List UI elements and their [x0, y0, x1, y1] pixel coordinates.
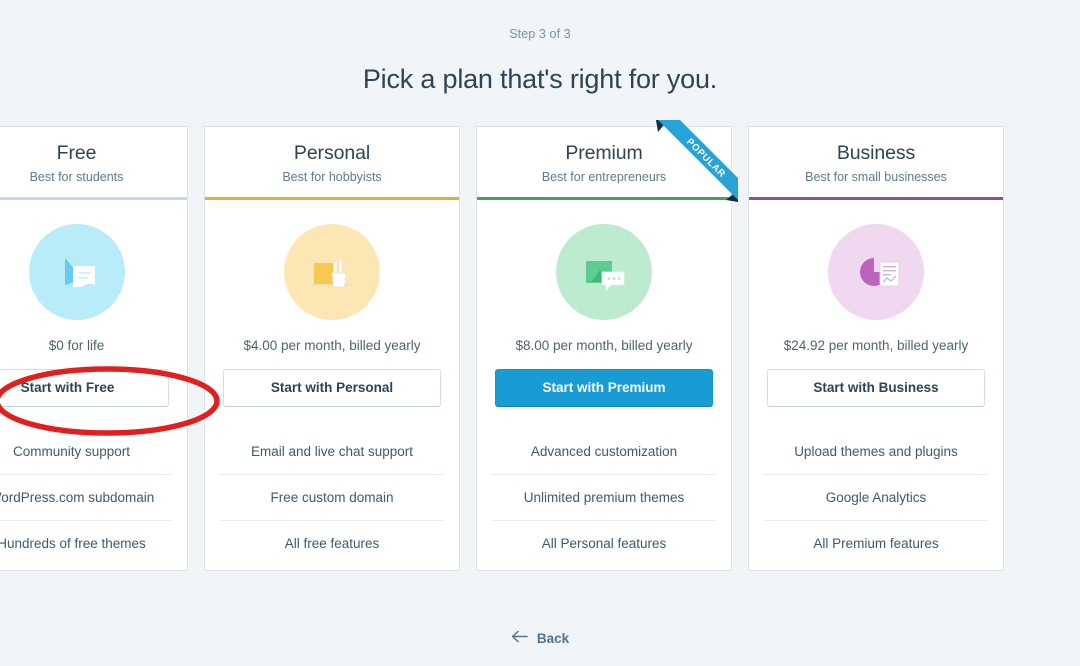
- plan-feature-list: Advanced customization Unlimited premium…: [477, 429, 731, 567]
- plan-feature: Community support: [0, 429, 173, 475]
- plan-feature-list: Upload themes and plugins Google Analyti…: [749, 429, 1003, 567]
- plan-tagline: Best for students: [29, 170, 124, 184]
- plan-illustration-wrap: [0, 200, 187, 335]
- arrow-left-icon: [511, 630, 528, 646]
- plan-name: Personal: [293, 142, 371, 164]
- step-indicator: Step 3 of 3: [509, 27, 571, 41]
- plan-header-business: Business Best for small businesses: [749, 127, 1003, 197]
- plan-feature: Email and live chat support: [219, 429, 445, 475]
- plan-feature: WordPress.com subdomain: [0, 475, 173, 521]
- plan-tagline: Best for small businesses: [805, 170, 947, 184]
- chat-bubble-icon: [556, 223, 652, 320]
- plan-feature: Google Analytics: [763, 475, 989, 521]
- plan-price: $24.92 per month, billed yearly: [783, 338, 969, 353]
- plan-feature: Hundreds of free themes: [0, 536, 146, 551]
- start-with-free-button[interactable]: Start with Free: [0, 369, 169, 407]
- page-title: Pick a plan that's right for you.: [362, 64, 718, 94]
- plan-tagline: Best for hobbyists: [282, 170, 382, 184]
- plan-cta-wrap: Start with Free: [0, 355, 187, 407]
- plan-name: Premium: [565, 142, 643, 164]
- plan-name: Business: [836, 142, 916, 164]
- pie-chart-report-icon: [828, 223, 924, 320]
- plan-cta-wrap: Start with Business: [749, 355, 1003, 407]
- plan-feature-list: Email and live chat support Free custom …: [205, 429, 459, 567]
- plan-list: Free Best for students $0 for life Start…: [0, 120, 1080, 571]
- plan-feature: All Premium features: [813, 536, 939, 551]
- back-link[interactable]: Back: [511, 630, 569, 646]
- plan-card-personal[interactable]: Personal Best for hobbyists $4.00 per mo…: [204, 126, 460, 571]
- start-with-business-button[interactable]: Start with Business: [767, 369, 985, 407]
- plan-feature: All Personal features: [541, 536, 667, 551]
- plan-feature-list: Community support WordPress.com subdomai…: [0, 429, 187, 567]
- plan-price: $8.00 per month, billed yearly: [515, 338, 693, 353]
- plan-illustration-wrap: [477, 200, 731, 335]
- start-with-premium-button[interactable]: Start with Premium: [495, 369, 713, 407]
- plan-feature: Unlimited premium themes: [491, 475, 717, 521]
- plan-tagline: Best for entrepreneurs: [541, 170, 667, 184]
- plan-feature: Free custom domain: [219, 475, 445, 521]
- page-header: Step 3 of 3 Pick a plan that's right for…: [0, 0, 1080, 96]
- plan-price: $4.00 per month, billed yearly: [243, 338, 421, 353]
- plan-header-premium: Premium Best for entrepreneurs POPULAR: [477, 120, 738, 202]
- footer-bar: Back: [0, 630, 1080, 648]
- plan-feature: Advanced customization: [491, 429, 717, 475]
- plan-illustration-wrap: [205, 200, 459, 335]
- plan-feature: Upload themes and plugins: [763, 429, 989, 475]
- plan-price: $0 for life: [48, 338, 105, 353]
- back-link-label: Back: [536, 630, 570, 646]
- document-icon: [28, 223, 125, 320]
- plan-card-free[interactable]: Free Best for students $0 for life Start…: [0, 126, 188, 571]
- plan-cta-wrap: Start with Premium: [477, 355, 731, 407]
- start-with-personal-button[interactable]: Start with Personal: [223, 369, 441, 407]
- plan-header-free: Free Best for students: [0, 127, 187, 197]
- plan-illustration-wrap: [749, 200, 1003, 335]
- plan-cta-wrap: Start with Personal: [205, 355, 459, 407]
- plan-header-personal: Personal Best for hobbyists: [205, 127, 459, 197]
- plan-name: Free: [56, 142, 97, 164]
- plan-card-premium[interactable]: Premium Best for entrepreneurs POPULAR $…: [476, 120, 738, 571]
- pencil-cup-icon: [284, 223, 380, 320]
- plan-card-business[interactable]: Business Best for small businesses $24.9…: [748, 126, 1004, 571]
- plan-feature: All free features: [284, 536, 380, 551]
